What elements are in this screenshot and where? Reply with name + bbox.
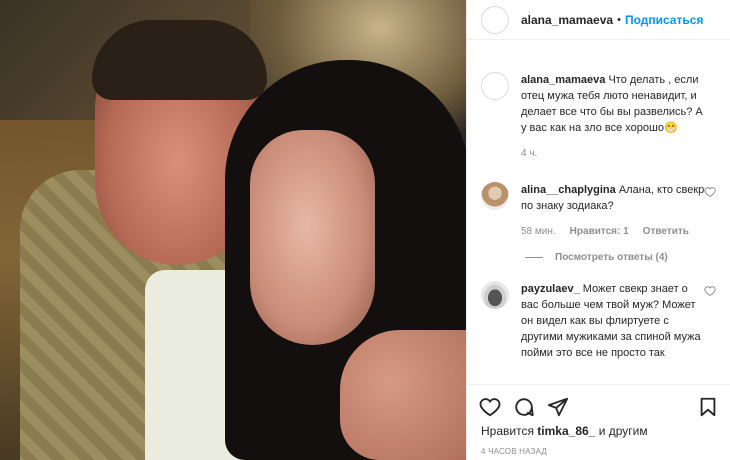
- comment-icon[interactable]: [513, 396, 535, 418]
- likes-suffix[interactable]: и другим: [599, 424, 648, 438]
- comment-username[interactable]: payzulaev_: [521, 283, 580, 295]
- caption-emoji: 😁: [663, 122, 678, 134]
- bookmark-icon[interactable]: [697, 396, 719, 418]
- commenter-avatar[interactable]: [481, 182, 509, 210]
- post-header: alana_mamaeva • Подписаться: [467, 0, 730, 40]
- heart-icon[interactable]: [479, 396, 501, 418]
- post-photo[interactable]: [0, 0, 466, 460]
- author-username[interactable]: alana_mamaeva: [521, 13, 613, 27]
- caption-avatar[interactable]: [481, 72, 509, 100]
- author-avatar[interactable]: [481, 5, 509, 34]
- comment-time[interactable]: 58 мин.: [521, 224, 556, 240]
- view-replies-label: Посмотреть ответы (4): [555, 252, 668, 263]
- comment-like-icon[interactable]: [704, 285, 716, 297]
- reply-button[interactable]: Ответить: [643, 224, 689, 240]
- photo-woman-face: [250, 130, 375, 345]
- instagram-post: alana_mamaeva • Подписаться alana_mamaev…: [0, 0, 730, 460]
- likes-user[interactable]: timka_86_: [537, 424, 595, 438]
- likes-prefix: Нравится: [481, 424, 534, 438]
- comment-item: alina__chaplygina Алана, кто свекр по зн…: [467, 162, 730, 240]
- follow-button[interactable]: Подписаться: [625, 13, 703, 27]
- post-time[interactable]: 4 ЧАСОВ НАЗАД: [481, 447, 547, 456]
- comments-list[interactable]: alana_mamaeva Что делать , если отец муж…: [467, 40, 730, 384]
- caption: alana_mamaeva Что делать , если отец муж…: [467, 40, 730, 162]
- share-icon[interactable]: [547, 396, 569, 418]
- commenter-avatar[interactable]: [481, 281, 509, 309]
- replies-line: [525, 257, 543, 258]
- caption-username[interactable]: alana_mamaeva: [521, 74, 605, 86]
- header-separator: •: [617, 13, 621, 26]
- caption-time[interactable]: 4 ч.: [521, 146, 537, 162]
- comment-username[interactable]: alina__chaplygina: [521, 184, 616, 196]
- likes-summary: Нравится timka_86_ и другим: [481, 424, 648, 438]
- comment-likes[interactable]: Нравится: 1: [570, 224, 629, 240]
- photo-hand: [340, 330, 466, 460]
- comment-item: payzulaev_ Может свекр знает о вас больш…: [467, 263, 730, 361]
- view-replies-button[interactable]: Посмотреть ответы (4): [525, 252, 730, 263]
- comment-like-icon[interactable]: [704, 186, 716, 198]
- action-bar: [467, 384, 730, 428]
- post-sidebar: alana_mamaeva • Подписаться alana_mamaev…: [466, 0, 730, 460]
- photo-man-hair: [92, 20, 267, 100]
